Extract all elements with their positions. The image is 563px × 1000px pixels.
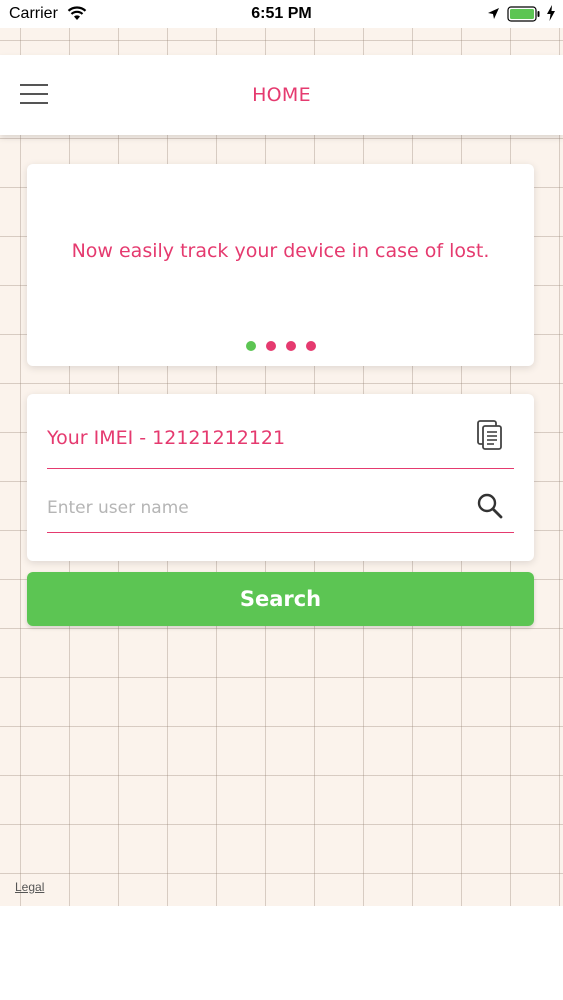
charging-icon <box>547 5 555 21</box>
info-carousel[interactable]: Now easily track your device in case of … <box>27 164 534 366</box>
status-bar: Carrier 6:51 PM <box>0 0 563 28</box>
carousel-dot[interactable] <box>285 341 296 351</box>
username-row <box>47 480 514 533</box>
legal-link[interactable]: Legal <box>15 880 44 894</box>
location-icon <box>488 8 499 19</box>
search-button[interactable]: Search <box>27 572 534 626</box>
carousel-slide-text: Now easily track your device in case of … <box>71 240 490 262</box>
app-header: HOME <box>0 55 563 135</box>
page-title: HOME <box>252 84 311 106</box>
battery-icon <box>507 6 540 22</box>
carousel-dot[interactable] <box>305 341 316 351</box>
status-time: 6:51 PM <box>251 5 312 22</box>
copy-icon[interactable] <box>476 419 504 451</box>
carousel-dot[interactable] <box>265 341 276 351</box>
username-input[interactable] <box>47 496 447 520</box>
imei-row: Your IMEI - 12121212121 <box>47 414 514 469</box>
carousel-dot[interactable] <box>245 341 256 351</box>
imei-text: Your IMEI - 12121212121 <box>47 427 286 449</box>
carousel-page-indicator <box>27 336 534 355</box>
lookup-form-card: Your IMEI - 12121212121 <box>27 394 534 561</box>
search-icon[interactable] <box>476 492 504 520</box>
